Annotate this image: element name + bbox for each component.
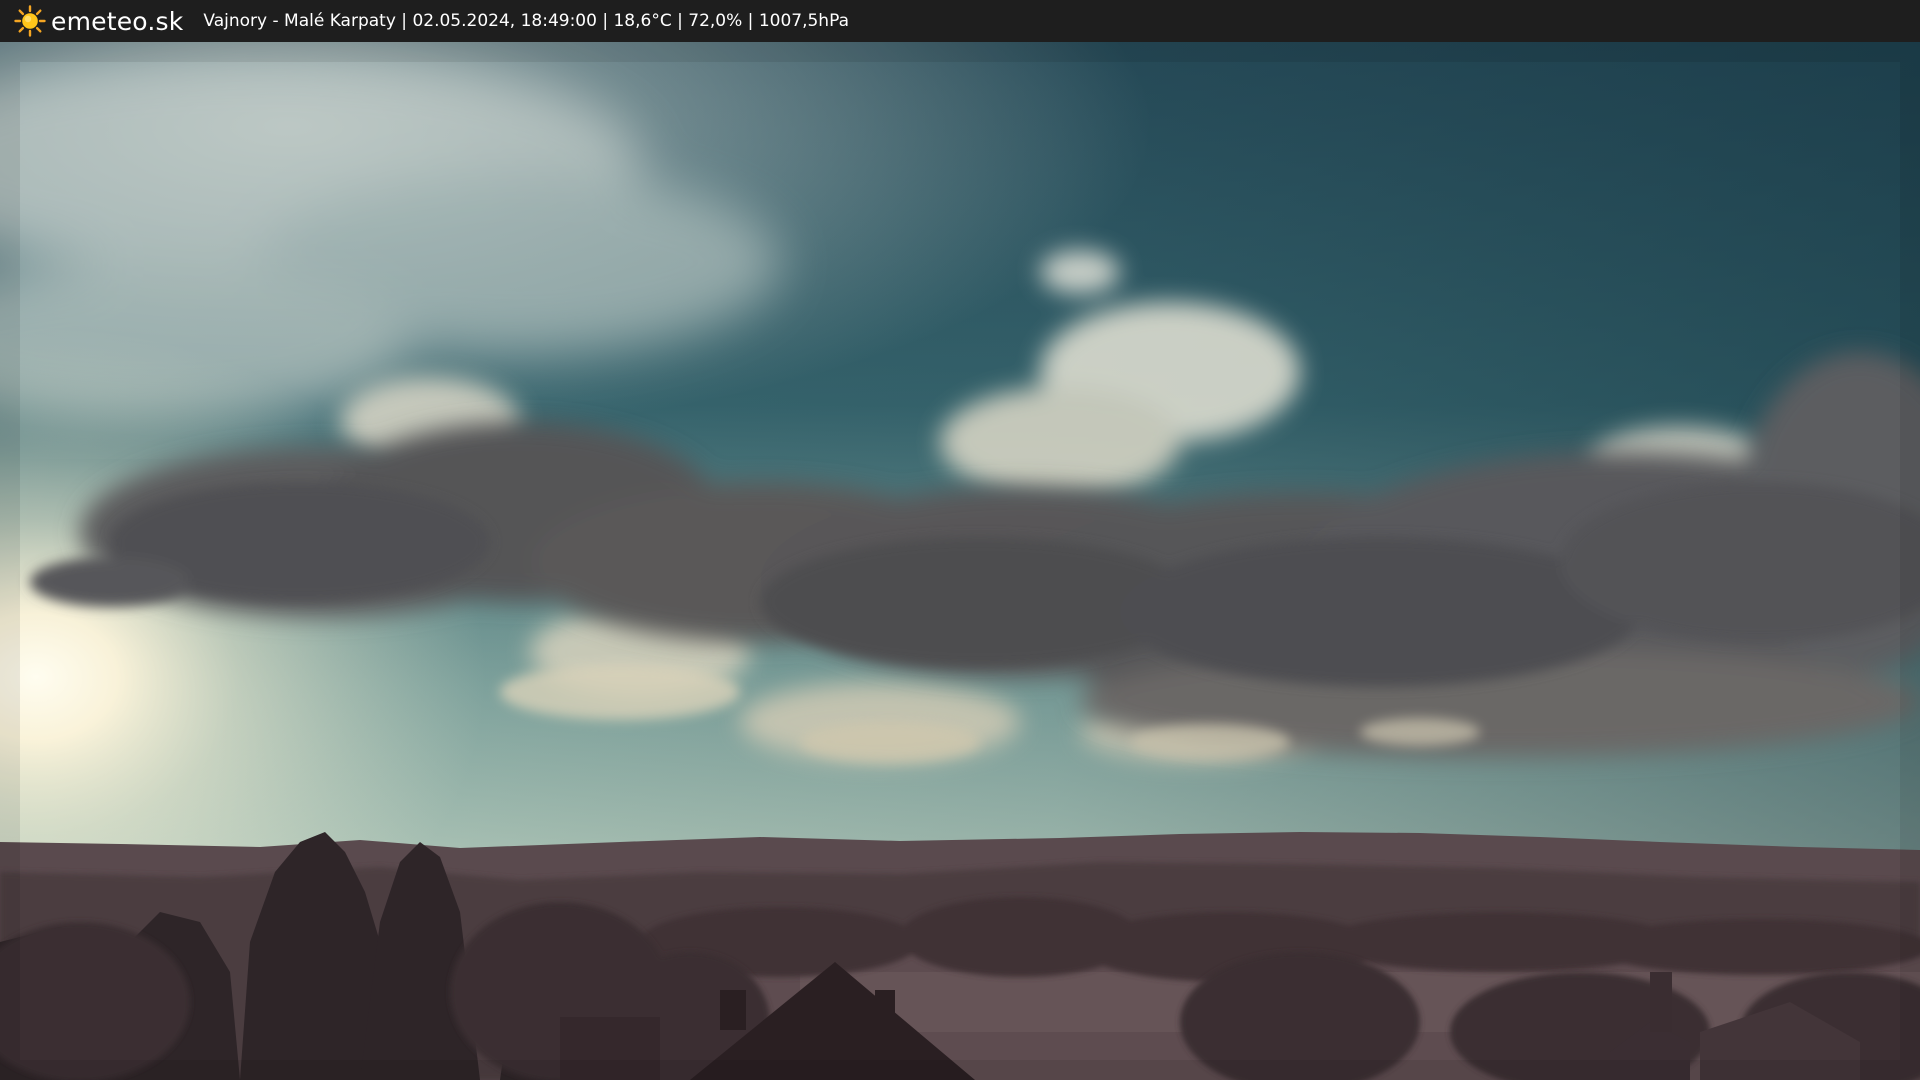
station-name: Vajnory - Malé Karpaty xyxy=(203,11,396,31)
brand-name: emeteo.sk xyxy=(51,6,184,36)
separator: | xyxy=(671,11,689,31)
humidity: 72,0% xyxy=(688,11,743,31)
top-bar: emeteo.sk Vajnory - Malé Karpaty | 02.05… xyxy=(0,0,1920,42)
sun-icon xyxy=(14,5,46,37)
logo-link[interactable]: emeteo.sk xyxy=(14,5,183,37)
webcam-page: emeteo.sk Vajnory - Malé Karpaty | 02.05… xyxy=(0,0,1920,1080)
separator: | xyxy=(395,11,413,31)
pressure: 1007,5hPa xyxy=(758,11,849,31)
webcam-image xyxy=(0,42,1920,1080)
separator: | xyxy=(742,11,759,31)
weather-info: Vajnory - Malé Karpaty | 02.05.2024, 18:… xyxy=(203,11,849,31)
datetime: 02.05.2024, 18:49:00 xyxy=(412,11,597,31)
separator: | xyxy=(596,11,614,31)
temperature: 18,6°C xyxy=(613,11,672,31)
